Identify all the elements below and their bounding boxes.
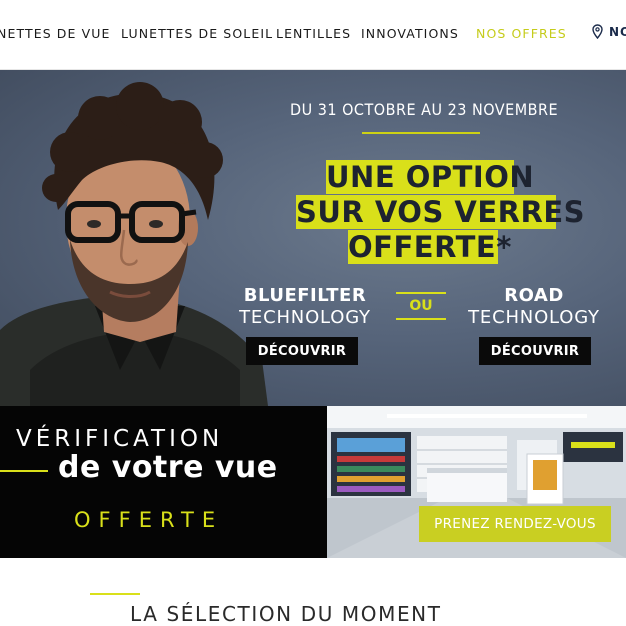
banner-line-verification: VÉRIFICATION [16,426,224,452]
separator-line-top [396,292,446,294]
date-underline [362,132,480,134]
top-navigation: NETTES DE VUE LUNETTES DE SOLEIL LENTILL… [0,0,626,70]
store-locator-link[interactable]: NO [592,24,626,39]
banner-line-de-votre-vue: de votre vue [58,450,278,485]
nav-item-lentilles[interactable]: LENTILLES [276,26,351,41]
separator-line-bottom [396,318,446,320]
banner-accent-line [0,470,48,472]
book-appointment-button[interactable]: PRENEZ RENDEZ-VOUS [419,506,611,542]
road-subtitle: TECHNOLOGY [468,307,600,328]
decouvrir-road-button[interactable]: DÉCOUVRIR [479,337,591,365]
nav-item-nos-offres[interactable]: NOS OFFRES [476,26,567,41]
bluefilter-subtitle: TECHNOLOGY [239,307,371,328]
hero-banner[interactable]: DU 31 OCTOBRE AU 23 NOVEMBRE UNE OPTION … [0,70,626,406]
nav-item-lunettes-de-vue[interactable]: NETTES DE VUE [0,26,111,41]
bluefilter-technology-label: BLUEFILTER TECHNOLOGY [234,285,376,329]
nav-item-innovations[interactable]: INNOVATIONS [361,26,459,41]
promo-date-range: DU 31 OCTOBRE AU 23 NOVEMBRE [290,100,559,119]
headline-line-1: UNE OPTION [326,160,535,194]
nav-item-lunettes-de-soleil[interactable]: LUNETTES DE SOLEIL [121,26,273,41]
bluefilter-name: BLUEFILTER [243,285,367,306]
decouvrir-bluefilter-button[interactable]: DÉCOUVRIR [246,337,358,365]
technology-separator: OU [409,298,433,314]
section-title: LA SÉLECTION DU MOMENT [130,602,442,626]
model-portrait-image [0,82,268,406]
headline-line-2: SUR VOS VERRES [296,195,586,229]
road-name: ROAD [504,285,564,306]
store-locator-label: NO [609,24,626,39]
eye-test-banner[interactable]: VÉRIFICATION de votre vue OFFERTE [0,406,327,558]
headline-line-3: OFFERTE* [348,230,512,264]
road-technology-label: ROAD TECHNOLOGY [463,285,605,329]
section-accent-line [90,593,140,595]
banner-line-offerte: OFFERTE [74,508,224,532]
map-pin-icon [592,24,603,39]
store-interior-panel: PRENEZ RENDEZ-VOUS [327,406,626,558]
